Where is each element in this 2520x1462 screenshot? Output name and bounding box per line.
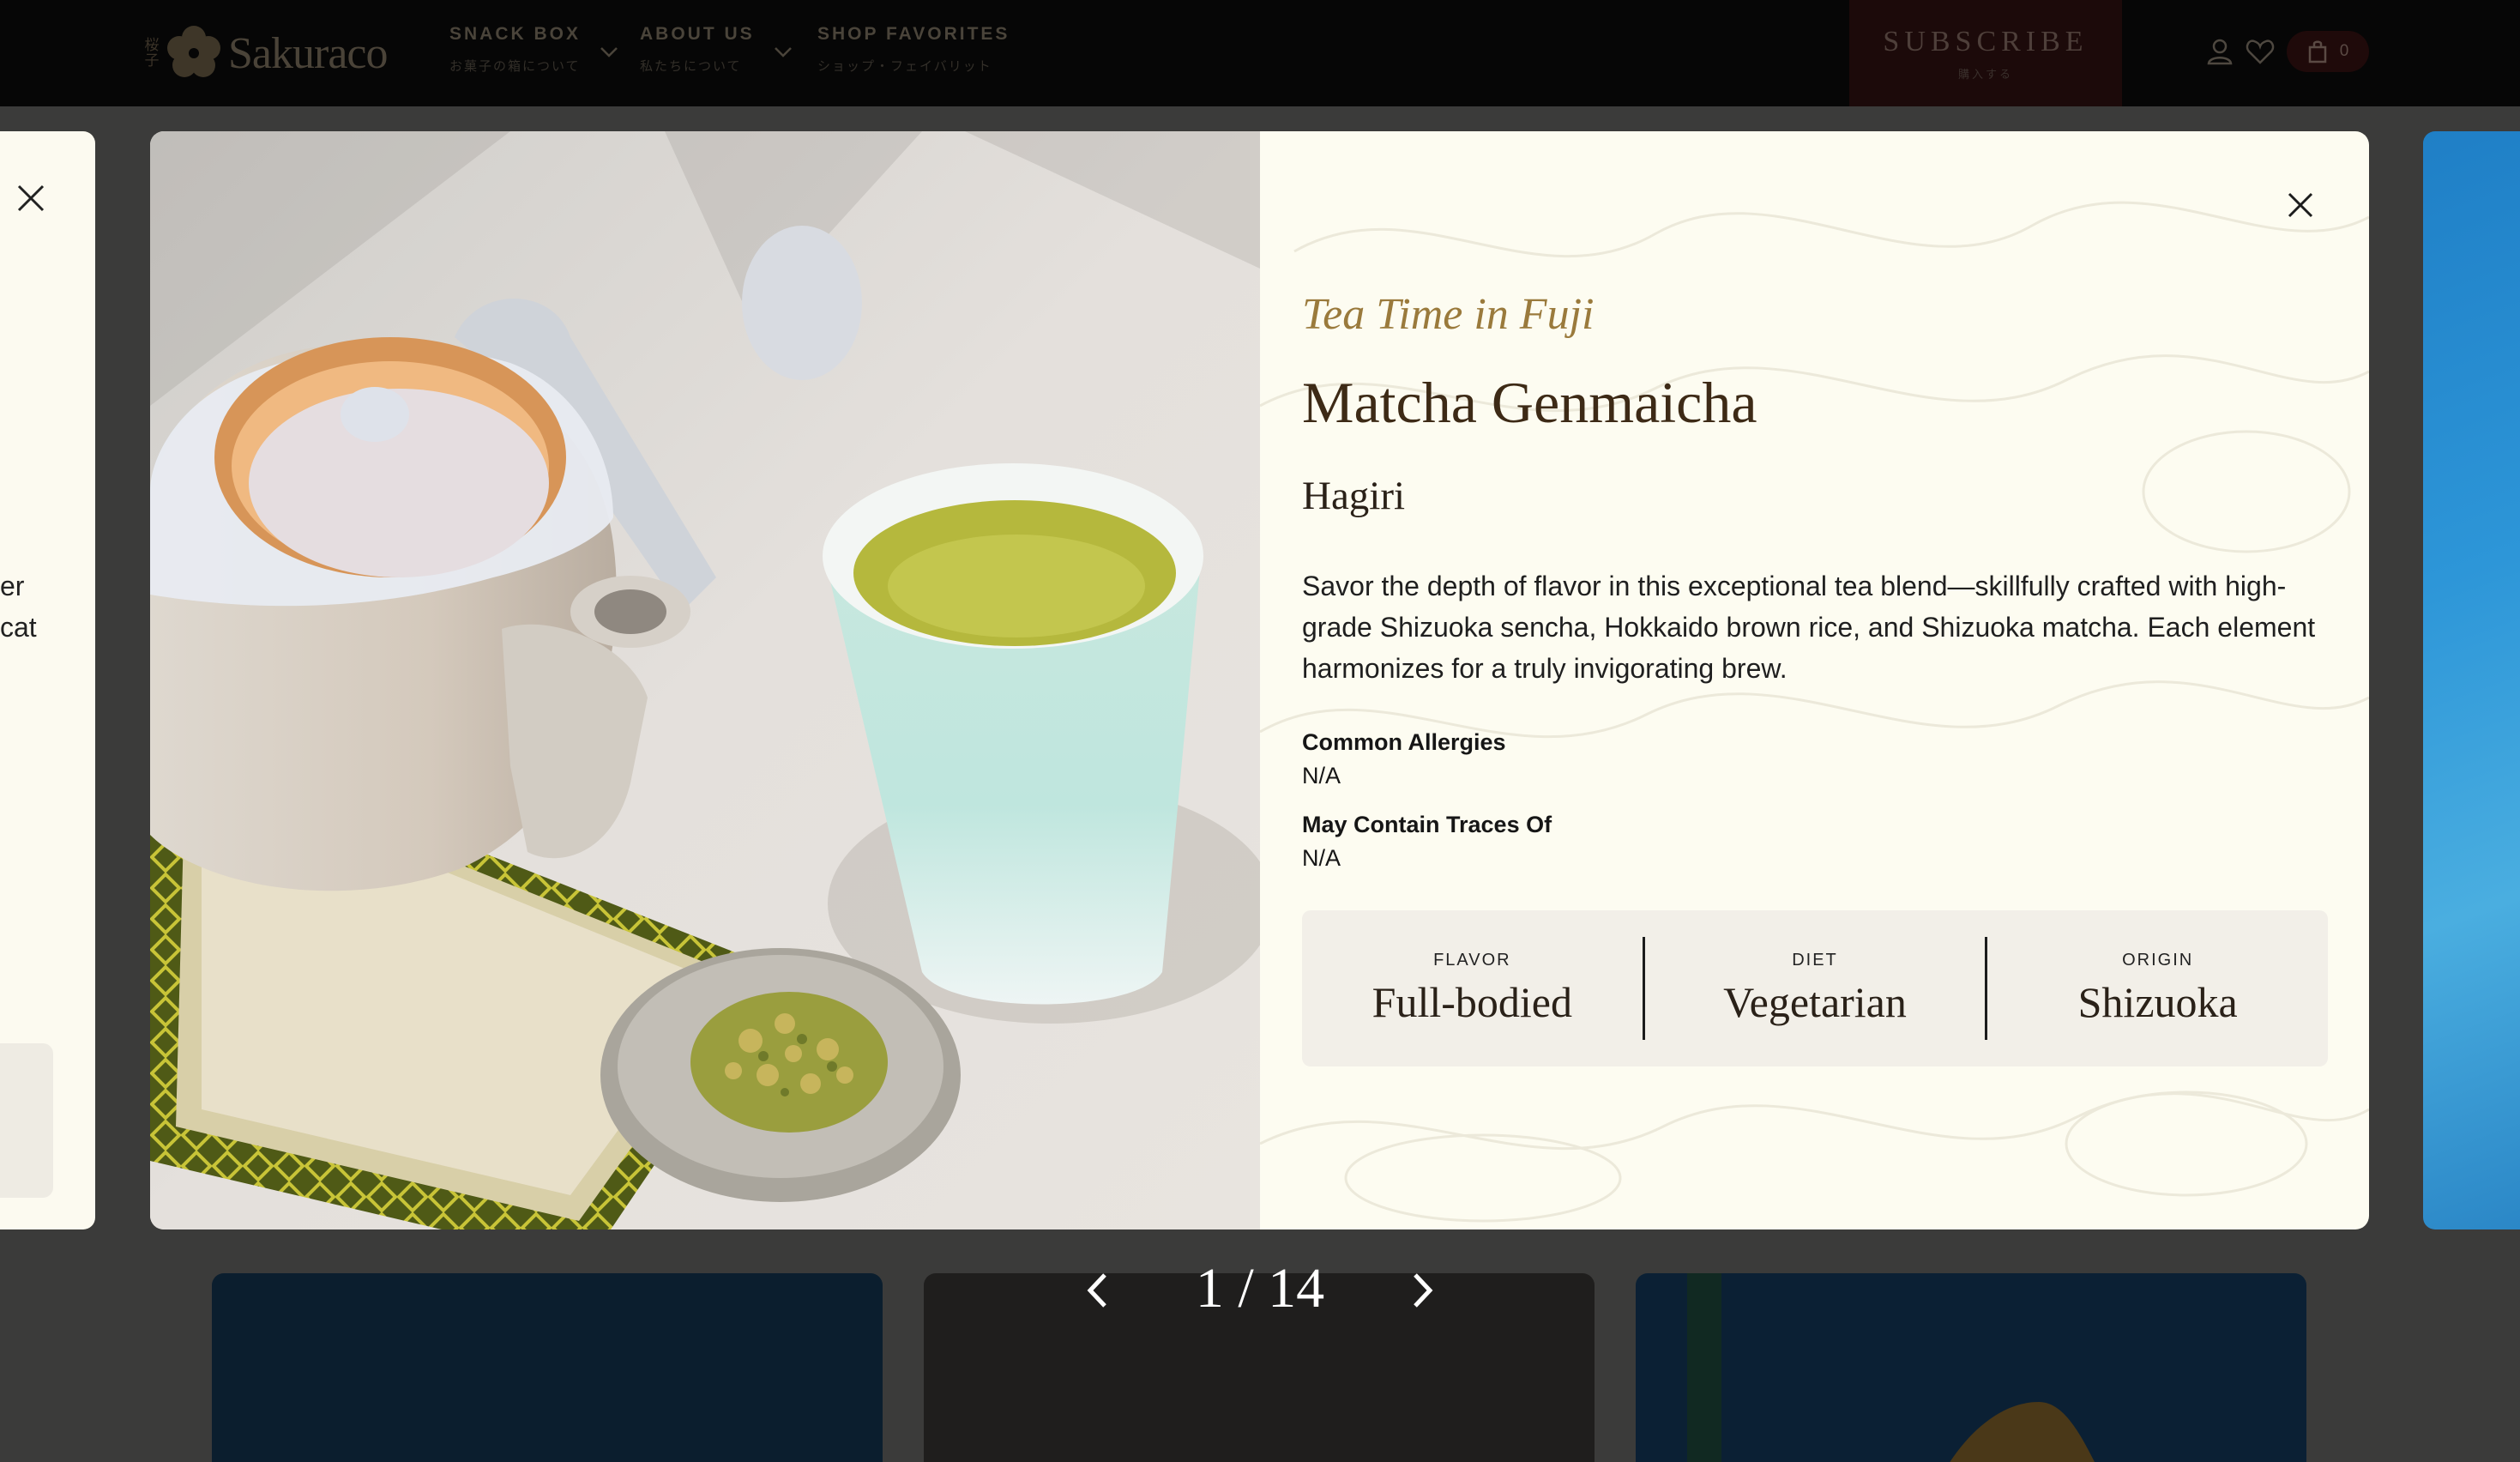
nav-sublabel: 私たちについて	[640, 59, 742, 74]
close-modal-button[interactable]	[2276, 181, 2324, 229]
card-photo	[1687, 1273, 2095, 1462]
attribute-value: Shizuoka	[2077, 977, 2238, 1026]
user-icon[interactable]	[2204, 36, 2235, 67]
heart-icon[interactable]	[2245, 36, 2276, 67]
next-slide-button[interactable]	[1402, 1265, 1444, 1316]
product-title: Matcha Genmaicha	[1302, 370, 1757, 435]
nav-sublabel: お菓子の箱について	[449, 59, 581, 74]
attribute-value: Vegetarian	[1723, 977, 1907, 1026]
attribute-label: ORIGIN	[2122, 950, 2194, 970]
cart-count: 0	[2339, 42, 2349, 60]
attribute-label: DIET	[1792, 950, 1838, 970]
allergies-label: Common Allergies	[1302, 729, 1506, 755]
attribute-flavor: FLAVOR Full-bodied	[1302, 951, 1643, 1027]
nav-about-us[interactable]: ABOUT US 私たちについて	[640, 24, 793, 75]
product-attributes: FLAVOR Full-bodied DIET Vegetarian ORIGI…	[1302, 910, 2328, 1066]
close-icon	[2288, 192, 2313, 218]
attribute-label: FLAVOR	[1433, 950, 1511, 970]
nav-label: SHOP FAVORITES	[817, 24, 1010, 44]
previous-slide-button[interactable]	[1076, 1265, 1118, 1316]
previous-slide-panel[interactable]: er cat	[0, 131, 95, 1229]
background-product-card	[212, 1273, 883, 1462]
slide-counter: 1 / 14	[1195, 1257, 1325, 1320]
logo-kanji: 桜子	[144, 37, 160, 69]
text-fragment: cat	[0, 612, 37, 643]
attribute-diet: DIET Vegetarian	[1645, 951, 1986, 1027]
product-maker: Hagiri	[1302, 474, 1406, 518]
nav-shop-favorites[interactable]: SHOP FAVORITES ショップ・フェイバリット	[817, 24, 1010, 75]
sakura-flower-icon	[167, 26, 220, 77]
nav-label: ABOUT US	[640, 24, 755, 44]
attribute-origin: ORIGIN Shizuoka	[1987, 951, 2328, 1027]
product-description: Savor the depth of flavor in this except…	[1302, 571, 2316, 684]
subscribe-sublabel: 購入する	[1957, 67, 2013, 81]
chevron-left-icon	[1087, 1273, 1106, 1308]
cart-button[interactable]: 0	[2287, 31, 2369, 72]
traces-value: N/A	[1302, 845, 1341, 871]
product-modal: Tea Time in Fuji Matcha Genmaicha Hagiri…	[150, 131, 2369, 1229]
close-icon[interactable]	[15, 183, 46, 214]
text-fragment: er	[0, 571, 25, 601]
attribute-value: Full-bodied	[1372, 977, 1572, 1026]
logo-text: Sakuraco	[228, 28, 388, 78]
subscribe-label: SUBSCRIBE	[1883, 25, 2089, 57]
product-details: Tea Time in Fuji Matcha Genmaicha Hagiri…	[1260, 131, 2369, 1229]
chevron-down-icon	[774, 47, 792, 57]
allergies-value: N/A	[1302, 763, 1341, 788]
bag-icon	[2308, 40, 2326, 63]
nav-snack-box[interactable]: SNACK BOX お菓子の箱について	[449, 24, 618, 75]
product-series: Tea Time in Fuji	[1302, 290, 1595, 339]
site-header: 桜子 Sakuraco SNACK BOX お菓子の箱について ABOUT US…	[0, 0, 2520, 106]
subscribe-button[interactable]: SUBSCRIBE 購入する	[1849, 0, 2122, 106]
nav-sublabel: ショップ・フェイバリット	[817, 59, 992, 74]
background-product-card	[1636, 1273, 2306, 1462]
attribute-box-fragment	[0, 1043, 53, 1198]
chevron-right-icon	[1414, 1273, 1433, 1308]
chevron-down-icon	[600, 47, 618, 57]
nav-label: SNACK BOX	[449, 24, 582, 44]
traces-label: May Contain Traces Of	[1302, 812, 1552, 837]
site-logo[interactable]: 桜子 Sakuraco	[144, 19, 388, 88]
product-photo	[150, 131, 1260, 1229]
next-slide-panel[interactable]	[2423, 131, 2520, 1229]
